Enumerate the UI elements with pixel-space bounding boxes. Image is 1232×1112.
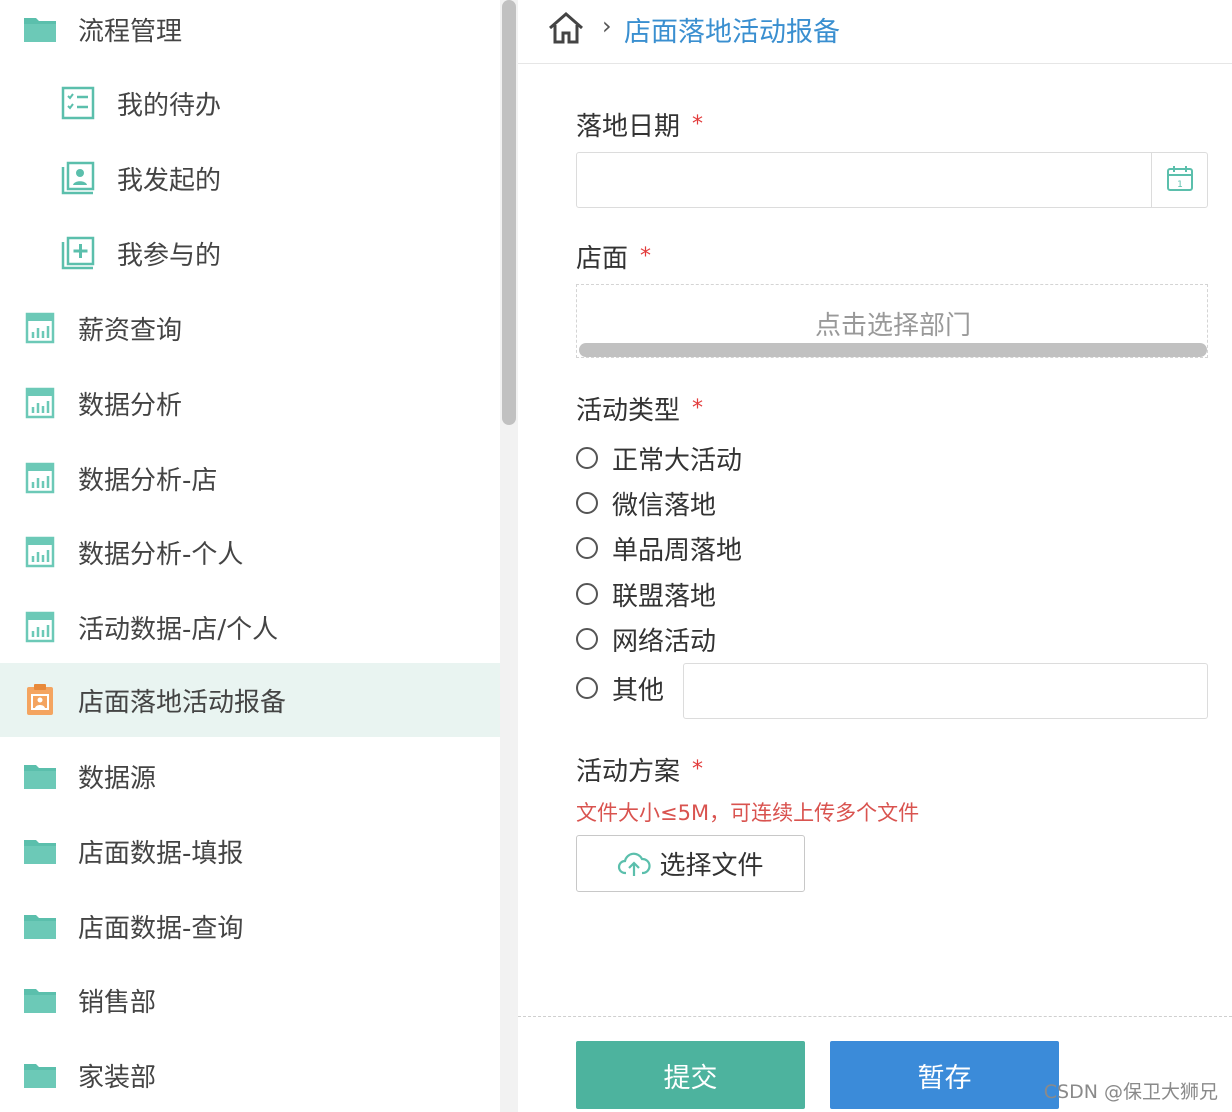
report-icon <box>22 385 58 421</box>
calendar-icon: 1 <box>1166 164 1194 196</box>
radio-option-other[interactable]: 其他 <box>576 668 664 708</box>
radio-label: 联盟落地 <box>612 581 717 612</box>
date-field[interactable]: 1 <box>576 152 1208 208</box>
form-icon <box>22 682 58 718</box>
sidebar: 流程管理 我的待办 我发起的 我参与的 薪资查询 数据分析 数据分析-店 数据分… <box>0 0 500 1112</box>
sidebar-item-store-activity-report[interactable]: 店面落地活动报备 <box>0 663 500 737</box>
sidebar-item-activity-data[interactable]: 活动数据-店/个人 <box>0 590 500 664</box>
radio-option-alliance[interactable]: 联盟落地 <box>576 574 716 614</box>
file-size-hint: 文件大小≤5M，可连续上传多个文件 <box>576 801 920 825</box>
radio-label: 单品周落地 <box>612 535 743 566</box>
required-mark: * <box>692 396 704 421</box>
required-mark: * <box>692 757 704 782</box>
sidebar-item-label: 数据分析-店 <box>78 465 218 496</box>
department-picker-scrollbar[interactable] <box>579 343 1207 357</box>
radio-button[interactable] <box>576 537 598 559</box>
folder-icon <box>22 1057 58 1093</box>
activity-type-label: 活动类型 * <box>576 390 703 427</box>
required-mark: * <box>640 244 652 269</box>
radio-option-single-product-week[interactable]: 单品周落地 <box>576 528 742 568</box>
date-label-text: 落地日期 <box>576 112 681 142</box>
sidebar-item-label: 店面落地活动报备 <box>78 687 287 718</box>
required-mark: * <box>692 112 704 137</box>
sidebar-item-label: 数据分析 <box>78 390 183 421</box>
sidebar-item-label: 销售部 <box>78 987 157 1018</box>
radio-label: 其他 <box>612 675 665 706</box>
sidebar-item-salary-query[interactable]: 薪资查询 <box>0 291 500 365</box>
folder-icon <box>22 908 58 944</box>
breadcrumb-separator: › <box>602 12 612 40</box>
store-label: 店面 * <box>576 238 651 275</box>
radio-option-normal-event[interactable]: 正常大活动 <box>576 438 742 478</box>
sidebar-item-label: 我发起的 <box>117 165 222 196</box>
choose-file-button[interactable]: 选择文件 <box>576 835 805 892</box>
other-activity-input[interactable] <box>683 663 1208 719</box>
cloud-upload-icon <box>617 849 652 879</box>
user-card-icon <box>60 160 96 196</box>
breadcrumb: › 店面落地活动报备 <box>518 0 1232 64</box>
sidebar-item-my-initiated[interactable]: 我发起的 <box>0 141 500 215</box>
sidebar-item-data-source[interactable]: 数据源 <box>0 739 500 813</box>
folder-icon <box>22 11 58 47</box>
report-icon <box>22 460 58 496</box>
plus-box-icon <box>60 235 96 271</box>
radio-option-online[interactable]: 网络活动 <box>576 619 716 659</box>
radio-button[interactable] <box>576 583 598 605</box>
checklist-icon <box>60 85 96 121</box>
radio-option-wechat[interactable]: 微信落地 <box>576 483 716 523</box>
activity-type-label-text: 活动类型 <box>576 396 681 426</box>
activity-plan-label-text: 活动方案 <box>576 757 681 787</box>
radio-label: 微信落地 <box>612 490 717 521</box>
sidebar-item-my-participated[interactable]: 我参与的 <box>0 216 500 290</box>
footer-divider <box>518 1016 1232 1017</box>
sidebar-item-label: 数据分析-个人 <box>78 539 244 570</box>
svg-text:1: 1 <box>1177 180 1183 190</box>
store-label-text: 店面 <box>576 244 629 274</box>
radio-button[interactable] <box>576 492 598 514</box>
report-icon <box>22 310 58 346</box>
sidebar-item-sales-dept[interactable]: 销售部 <box>0 963 500 1037</box>
department-picker-placeholder: 点击选择部门 <box>814 311 971 341</box>
sidebar-item-data-analysis-store[interactable]: 数据分析-店 <box>0 441 500 515</box>
folder-icon <box>22 833 58 869</box>
activity-plan-label: 活动方案 * <box>576 751 703 788</box>
main-content: › 店面落地活动报备 落地日期 * 1 店面 * 点击选择部门 活动类型 * 正常大活… <box>518 0 1232 1112</box>
sidebar-scrollbar-thumb[interactable] <box>502 0 516 425</box>
sidebar-item-process-management[interactable]: 流程管理 <box>0 0 500 66</box>
date-label: 落地日期 * <box>576 106 703 143</box>
radio-button[interactable] <box>576 628 598 650</box>
sidebar-item-home-decor-dept[interactable]: 家装部 <box>0 1038 500 1112</box>
sidebar-item-store-data-fill[interactable]: 店面数据-填报 <box>0 814 500 888</box>
folder-icon <box>22 982 58 1018</box>
sidebar-item-label: 数据源 <box>78 763 157 794</box>
sidebar-item-label: 流程管理 <box>78 16 183 47</box>
sidebar-item-store-data-query[interactable]: 店面数据-查询 <box>0 889 500 963</box>
sidebar-item-label: 活动数据-店/个人 <box>78 614 279 645</box>
radio-label: 正常大活动 <box>612 445 743 476</box>
choose-file-label: 选择文件 <box>659 851 764 881</box>
save-draft-button[interactable]: 暂存 <box>830 1041 1059 1109</box>
folder-icon <box>22 758 58 794</box>
radio-button[interactable] <box>576 447 598 469</box>
report-icon <box>22 609 58 645</box>
sidebar-item-data-analysis[interactable]: 数据分析 <box>0 366 500 440</box>
sidebar-item-label: 店面数据-填报 <box>78 838 244 869</box>
calendar-button[interactable]: 1 <box>1151 153 1207 207</box>
sidebar-item-label: 店面数据-查询 <box>78 913 244 944</box>
department-picker[interactable]: 点击选择部门 <box>576 284 1208 358</box>
report-icon <box>22 534 58 570</box>
sidebar-item-label: 我的待办 <box>117 90 222 121</box>
sidebar-item-label: 我参与的 <box>117 240 222 271</box>
breadcrumb-current[interactable]: 店面落地活动报备 <box>624 10 840 49</box>
radio-label: 网络活动 <box>612 626 717 657</box>
sidebar-item-label: 家装部 <box>78 1062 157 1093</box>
watermark: CSDN @保卫大狮兄 <box>1043 1081 1218 1103</box>
sidebar-item-my-todo[interactable]: 我的待办 <box>0 66 500 140</box>
submit-button[interactable]: 提交 <box>576 1041 805 1109</box>
radio-button[interactable] <box>576 677 598 699</box>
sidebar-item-data-analysis-personal[interactable]: 数据分析-个人 <box>0 515 500 589</box>
sidebar-item-label: 薪资查询 <box>78 315 183 346</box>
home-icon[interactable] <box>546 8 586 48</box>
